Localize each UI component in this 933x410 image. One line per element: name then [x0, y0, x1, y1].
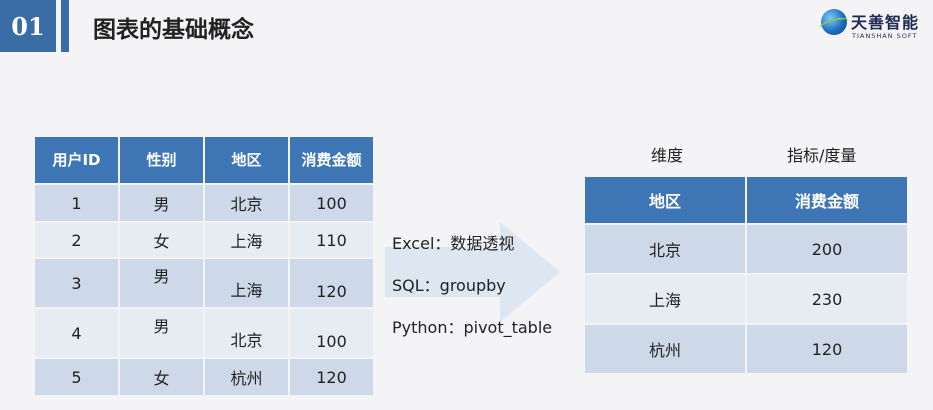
- column-header: 用户ID: [35, 137, 118, 183]
- section-number: 01: [0, 0, 56, 52]
- table-cell: 上海: [205, 259, 288, 307]
- table-cell: 100: [290, 185, 373, 221]
- summary-table: 地区 消费金额 北京 200 上海 230 杭州 120: [583, 175, 909, 375]
- table-cell: 120: [290, 259, 373, 307]
- table-cell: 2: [35, 223, 118, 257]
- table-row: 1 男 北京 100: [35, 185, 373, 221]
- table-cell: 男: [120, 309, 203, 357]
- table-row: 杭州 120: [585, 325, 907, 373]
- measure-label: 指标/度量: [787, 146, 857, 165]
- table-cell: 北京: [205, 309, 288, 357]
- table-cell: 北京: [205, 185, 288, 221]
- table-row: 3 男 上海 120: [35, 259, 373, 307]
- company-logo: 天善智能 TIANSHAN SOFT: [818, 5, 925, 45]
- table-row: 上海 230: [585, 275, 907, 323]
- table-cell: 4: [35, 309, 118, 357]
- page-title: 图表的基础概念: [93, 17, 254, 43]
- column-header: 性别: [120, 137, 203, 183]
- table-row: 2 女 上海 110: [35, 223, 373, 257]
- header-accent-bar: [61, 0, 69, 52]
- table-cell: 5: [35, 359, 118, 395]
- table-cell: 北京: [585, 225, 745, 273]
- table-cell: 1: [35, 185, 118, 221]
- table-cell: 上海: [585, 275, 745, 323]
- table-cell: 100: [290, 309, 373, 357]
- table-row: 5 女 杭州 120: [35, 359, 373, 395]
- method-excel: Excel：数据透视: [392, 234, 515, 253]
- table-cell: 230: [747, 275, 907, 323]
- column-header: 地区: [585, 177, 745, 223]
- table-cell: 3: [35, 259, 118, 307]
- column-header: 地区: [205, 137, 288, 183]
- table-header-row: 用户ID 性别 地区 消费金额: [35, 137, 373, 183]
- column-header: 消费金额: [290, 137, 373, 183]
- table-header-row: 地区 消费金额: [585, 177, 907, 223]
- table-row: 北京 200: [585, 225, 907, 273]
- table-cell: 110: [290, 223, 373, 257]
- table-cell: 120: [290, 359, 373, 395]
- table-cell: 男: [120, 259, 203, 307]
- dimension-label: 维度: [651, 146, 684, 165]
- table-cell: 120: [747, 325, 907, 373]
- slide-header: 01 图表的基础概念 天善智能 TIANSHAN SOFT: [0, 0, 933, 52]
- column-header-text: 消费金额: [301, 150, 362, 169]
- logo-subtitle: TIANSHAN SOFT: [852, 32, 918, 40]
- table-cell: 女: [120, 223, 203, 257]
- method-python: Python：pivot_table: [392, 318, 553, 337]
- table-cell: 杭州: [205, 359, 288, 395]
- table-cell: 上海: [205, 223, 288, 257]
- table-cell: 200: [747, 225, 907, 273]
- raw-data-table: 用户ID 性别 地区 消费金额 1 男 北京 100 2 女 上海 110 3 …: [33, 135, 375, 397]
- column-header: 消费金额: [747, 177, 907, 223]
- logo-name: 天善智能: [851, 13, 920, 32]
- table-row: 4 男 北京 100: [35, 309, 373, 357]
- method-sql: SQL：groupby: [392, 276, 506, 295]
- table-cell: 男: [120, 185, 203, 221]
- table-cell: 杭州: [585, 325, 745, 373]
- table-cell: 女: [120, 359, 203, 395]
